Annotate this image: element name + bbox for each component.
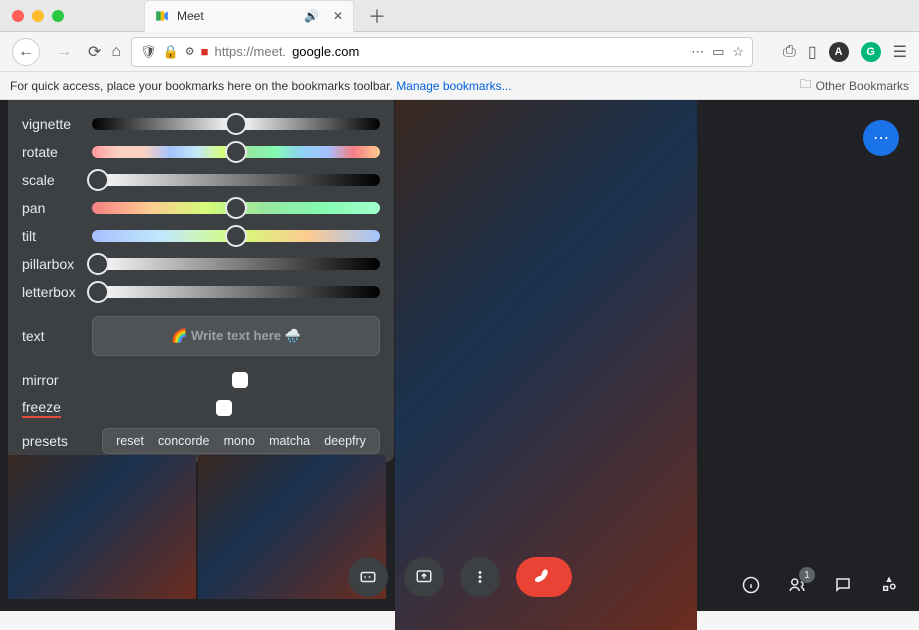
page-actions-icon[interactable]: ⋯ <box>691 44 704 60</box>
vignette-slider-thumb[interactable] <box>225 113 247 135</box>
preset-buttons: reset concorde mono matcha deepfry <box>102 428 380 454</box>
close-tab-button[interactable]: ✕ <box>333 9 343 23</box>
reader-icon[interactable]: ▭ <box>712 44 724 60</box>
tilt-label: tilt <box>22 228 92 244</box>
chat-button[interactable] <box>831 573 855 597</box>
present-button[interactable] <box>404 557 444 597</box>
home-button[interactable]: ⌂ <box>111 43 121 61</box>
slider-row-rotate: rotate <box>22 138 380 166</box>
letterbox-slider[interactable] <box>92 286 380 298</box>
pillarbox-slider[interactable] <box>92 258 380 270</box>
slider-row-scale: scale <box>22 166 380 194</box>
camera-icon: ■ <box>201 44 209 59</box>
manage-bookmarks-link[interactable]: Manage bookmarks... <box>396 79 511 93</box>
browser-tab[interactable]: Meet 🔊 ✕ <box>144 0 354 32</box>
letterbox-slider-thumb[interactable] <box>87 281 109 303</box>
lock-icon: 🔒 <box>163 44 179 60</box>
folder-icon: 🗀 <box>800 75 812 96</box>
pan-slider[interactable] <box>92 202 380 214</box>
tilt-slider[interactable] <box>92 230 380 242</box>
minimize-window-button[interactable] <box>32 10 44 22</box>
tab-title: Meet <box>177 9 204 23</box>
rotate-slider[interactable] <box>92 146 380 158</box>
permissions-icon: ⚙ <box>185 45 195 58</box>
preset-deepfry[interactable]: deepfry <box>324 434 366 448</box>
other-bookmarks-folder[interactable]: 🗀 Other Bookmarks <box>800 75 909 96</box>
rotate-slider-thumb[interactable] <box>225 141 247 163</box>
sidebar-icon[interactable]: ▯ <box>808 42 817 62</box>
new-tab-button[interactable]: ＋ <box>368 3 386 29</box>
tilt-slider-thumb[interactable] <box>225 225 247 247</box>
more-options-fab[interactable]: ⋯ <box>863 120 899 156</box>
slider-row-pillarbox: pillarbox <box>22 250 380 278</box>
slider-row-letterbox: letterbox <box>22 278 380 306</box>
window-titlebar: Meet 🔊 ✕ ＋ <box>0 0 919 32</box>
vignette-label: vignette <box>22 116 92 132</box>
slider-row-pan: pan <box>22 194 380 222</box>
preset-matcha[interactable]: matcha <box>269 434 310 448</box>
grammarly-icon[interactable]: G <box>861 42 881 62</box>
back-button[interactable]: ← <box>12 38 40 66</box>
hangup-button[interactable] <box>516 557 572 597</box>
library-icon[interactable]: ⎙ <box>783 43 796 61</box>
people-button[interactable]: 1 <box>785 573 809 597</box>
vignette-slider[interactable] <box>92 118 380 130</box>
url-bar[interactable]: 🛡 🔒 ⚙ ■ https://meet. google.com ⋯ ▭ ☆ <box>131 37 753 67</box>
meet-right-controls: 1 <box>739 573 901 597</box>
freeze-checkbox[interactable] <box>216 400 232 416</box>
maximize-window-button[interactable] <box>52 10 64 22</box>
url-prefix: https://meet. <box>215 44 287 59</box>
scale-slider[interactable] <box>92 174 380 186</box>
letterbox-label: letterbox <box>22 284 92 300</box>
activities-button[interactable] <box>877 573 901 597</box>
meet-area: ⋯ vignette rotate scale pan tilt pillarb… <box>0 100 919 611</box>
text-placeholder: 🌈 Write text here 🌧️ <box>171 328 301 344</box>
menu-button[interactable]: ☰ <box>893 42 907 62</box>
preset-concorde[interactable]: concorde <box>158 434 209 448</box>
slider-row-vignette: vignette <box>22 110 380 138</box>
slider-row-tilt: tilt <box>22 222 380 250</box>
text-label: text <box>22 328 92 344</box>
preset-mono[interactable]: mono <box>224 434 255 448</box>
pan-slider-thumb[interactable] <box>225 197 247 219</box>
pillarbox-slider-thumb[interactable] <box>87 253 109 275</box>
close-window-button[interactable] <box>12 10 24 22</box>
mirror-label: mirror <box>22 372 92 388</box>
window-controls <box>12 10 64 22</box>
bookmark-star-icon[interactable]: ☆ <box>732 44 744 60</box>
scale-label: scale <box>22 172 92 188</box>
speaker-icon[interactable]: 🔊 <box>304 9 319 23</box>
browser-toolbar: ← → ⟳ ⌂ 🛡 🔒 ⚙ ■ https://meet. google.com … <box>0 32 919 72</box>
bookmark-bar: For quick access, place your bookmarks h… <box>0 72 919 100</box>
meet-favicon-icon <box>155 9 169 23</box>
presets-label: presets <box>22 433 92 449</box>
freeze-label: freeze <box>22 399 61 418</box>
participant-count-badge: 1 <box>799 567 815 583</box>
scale-slider-thumb[interactable] <box>87 169 109 191</box>
forward-button[interactable]: → <box>50 38 78 66</box>
bookmark-hint: For quick access, place your bookmarks h… <box>10 79 396 93</box>
reload-button[interactable]: ⟳ <box>88 42 101 62</box>
account-icon[interactable]: A <box>829 42 849 62</box>
meeting-info-button[interactable] <box>739 573 763 597</box>
rotate-label: rotate <box>22 144 92 160</box>
preset-reset[interactable]: reset <box>116 434 144 448</box>
more-button[interactable] <box>460 557 500 597</box>
captions-button[interactable] <box>348 557 388 597</box>
effects-panel: vignette rotate scale pan tilt pillarbox… <box>8 100 394 462</box>
mirror-checkbox[interactable] <box>232 372 248 388</box>
text-input[interactable]: 🌈 Write text here 🌧️ <box>92 316 380 356</box>
pillarbox-label: pillarbox <box>22 256 92 272</box>
pan-label: pan <box>22 200 92 216</box>
shield-icon: 🛡 <box>140 44 157 60</box>
url-domain: google.com <box>292 44 359 59</box>
